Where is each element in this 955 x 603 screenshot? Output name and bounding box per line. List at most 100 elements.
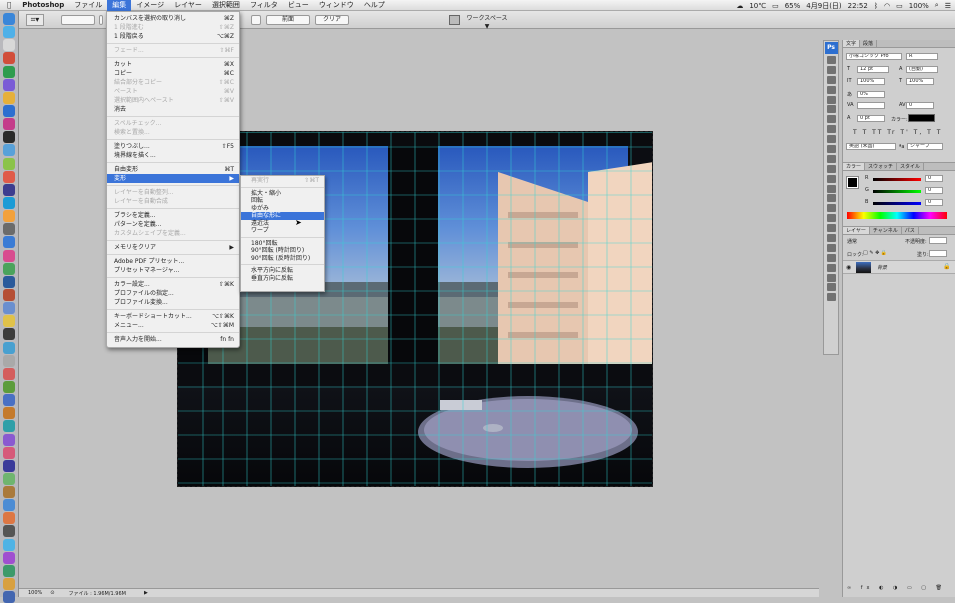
quick-select-tool-icon[interactable]: [826, 85, 836, 94]
pen-tool-icon[interactable]: [826, 194, 836, 203]
dock-app-icon-numbers[interactable]: [3, 407, 15, 420]
edit-menu-item-0[interactable]: カンバスを選択の取り消し ⌘Z: [107, 14, 239, 23]
g-slider[interactable]: [873, 190, 921, 193]
text-color-swatch[interactable]: [908, 114, 935, 122]
3d-camera-tool-icon[interactable]: [826, 243, 836, 252]
menu-edit[interactable]: 編集: [107, 0, 132, 11]
crop-tool-icon[interactable]: [826, 95, 836, 104]
dock-app-icon-contacts[interactable]: [3, 564, 15, 577]
dock-app-icon-music[interactable]: [3, 486, 15, 499]
height-field[interactable]: [99, 15, 103, 25]
spectrum-bar[interactable]: [847, 212, 947, 219]
shape-tool-icon[interactable]: [826, 224, 836, 233]
dock-app-icon-preferences[interactable]: [3, 157, 15, 170]
eraser-tool-icon[interactable]: [826, 154, 836, 163]
edit-menu-item-5[interactable]: コピー ⌘C: [107, 69, 239, 78]
layer-name[interactable]: 背景: [877, 264, 887, 271]
tab-character[interactable]: 文字: [843, 40, 861, 47]
brush-tool-icon[interactable]: [826, 125, 836, 134]
r-field[interactable]: 0: [925, 175, 943, 182]
transform-menu-item-8[interactable]: 90°回転 (時計回り): [241, 247, 324, 255]
baseline-shift-field[interactable]: 0 pt: [857, 115, 885, 122]
resolution-unit-select[interactable]: [251, 15, 261, 25]
edit-menu-item-19[interactable]: パターンを定義...: [107, 220, 239, 229]
transform-menu-item-2[interactable]: 回転: [241, 197, 324, 205]
transform-menu-item-3[interactable]: ゆがみ: [241, 205, 324, 213]
dock-app-icon-trash[interactable]: [3, 578, 15, 591]
menu-photoshop[interactable]: Photoshop: [17, 0, 69, 11]
transform-menu-item-11[interactable]: 垂直方向に反転: [241, 275, 324, 283]
workspace-button[interactable]: ワークスペース ▼: [465, 15, 509, 30]
foreground-color-swatch[interactable]: [846, 176, 859, 189]
tab-swatches[interactable]: スウォッチ: [865, 163, 898, 170]
r-slider[interactable]: [873, 178, 921, 181]
dock-app-icon-terminal[interactable]: [3, 131, 15, 144]
edit-menu-item-27[interactable]: キーボードショートカット... ⌥⇧⌘K: [107, 312, 239, 321]
transform-menu-item-5[interactable]: 遠近法: [241, 220, 324, 228]
tab-paragraph[interactable]: 段落: [860, 40, 878, 47]
color-swatches-tool-icon[interactable]: [826, 273, 836, 282]
visibility-eye-icon[interactable]: ◉: [846, 264, 851, 271]
tsume-field[interactable]: 0%: [857, 91, 885, 98]
dock-app-icon-finder[interactable]: [3, 13, 15, 25]
dock-app-icon-app-store[interactable]: [3, 144, 15, 157]
menu-window[interactable]: ウィンドウ: [314, 0, 359, 11]
zoom-tool-icon[interactable]: [826, 263, 836, 272]
tab-styles[interactable]: スタイル: [897, 163, 925, 170]
dock-app-icon-downloads[interactable]: [3, 591, 15, 603]
language-select[interactable]: 英語 (米国): [846, 143, 896, 150]
tab-color[interactable]: カラー: [843, 163, 866, 170]
dock-app-icon-podcasts[interactable]: [3, 499, 15, 512]
lock-icons[interactable]: □ ✎ ✥ 🔒: [863, 250, 887, 256]
edit-menu-item-29[interactable]: 音声入力を開始... fn fn: [107, 335, 239, 344]
edit-menu-item-28[interactable]: メニュー... ⌥⇧⌘M: [107, 321, 239, 330]
screen-mode-tool-icon[interactable]: [826, 293, 836, 302]
spotlight-icon[interactable]: ⌕: [935, 1, 939, 10]
path-select-tool-icon[interactable]: [826, 214, 836, 223]
dock-app-icon-itunes[interactable]: [3, 118, 15, 131]
weather-icon[interactable]: ☁: [736, 2, 743, 10]
dock-app-icon-messages[interactable]: [3, 78, 15, 91]
antialias-select[interactable]: シャープ: [907, 143, 943, 150]
battery2-icon[interactable]: ▭: [896, 2, 903, 10]
dock-app-icon-reminders[interactable]: [3, 196, 15, 209]
transform-menu-item-7[interactable]: 180°回転: [241, 240, 324, 248]
hand-tool-icon[interactable]: [826, 253, 836, 262]
quick-mask-tool-icon[interactable]: [826, 283, 836, 292]
type-tool-icon[interactable]: [826, 204, 836, 213]
b-slider[interactable]: [873, 202, 921, 205]
dock-app-icon-safari[interactable]: [3, 39, 15, 52]
dock-app-icon-maps[interactable]: [3, 91, 15, 104]
dock-app-icon-launchpad[interactable]: [3, 26, 15, 39]
dock-app-icon-firefox[interactable]: [3, 262, 15, 275]
transform-menu-item-9[interactable]: 90°回転 (反時計回り): [241, 255, 324, 263]
apple-icon[interactable]: : [0, 0, 17, 11]
panel-toggle-icon[interactable]: [449, 15, 460, 25]
dock-app-icon-keynote[interactable]: [3, 380, 15, 393]
dock-app-icon-calendar[interactable]: [3, 170, 15, 183]
blur-tool-icon[interactable]: [826, 174, 836, 183]
transform-menu-item-6[interactable]: ワープ: [241, 227, 324, 235]
weather-temp[interactable]: 10℃: [749, 2, 766, 10]
edit-menu-item-22[interactable]: Adobe PDF プリセット...: [107, 257, 239, 266]
edit-menu-item-12[interactable]: 塗りつぶし... ⇧F5: [107, 142, 239, 151]
marquee-tool-icon[interactable]: [826, 65, 836, 74]
dock-app-icon-slack[interactable]: [3, 354, 15, 367]
bluetooth-icon[interactable]: ᛒ: [874, 2, 878, 10]
dock-app-icon-news[interactable]: [3, 512, 15, 525]
dock-app-icon-acrobat[interactable]: [3, 236, 15, 249]
dock-app-icon-evernote[interactable]: [3, 341, 15, 354]
dock-app-icon-facetime[interactable]: [3, 65, 15, 78]
dock-app-icon-excel[interactable]: [3, 288, 15, 301]
blend-mode-select[interactable]: 通常: [847, 238, 857, 245]
front-image-button[interactable]: 前面: [266, 15, 310, 25]
font-family-select[interactable]: 小塚ゴシック Pro: [846, 53, 902, 60]
dock-app-icon-notes[interactable]: [3, 183, 15, 196]
dock-app-icon-weather[interactable]: [3, 538, 15, 551]
edit-menu-item-25[interactable]: プロファイルの指定...: [107, 289, 239, 298]
zoom-level[interactable]: 100%: [19, 590, 46, 596]
edit-menu-item-2[interactable]: 1 段階戻る ⌥⌘Z: [107, 32, 239, 41]
status-menu-arrow-icon[interactable]: ▶: [130, 590, 152, 596]
dock-app-icon-dropbox[interactable]: [3, 315, 15, 328]
edit-menu-item-15[interactable]: 変形 ▶: [107, 174, 239, 183]
